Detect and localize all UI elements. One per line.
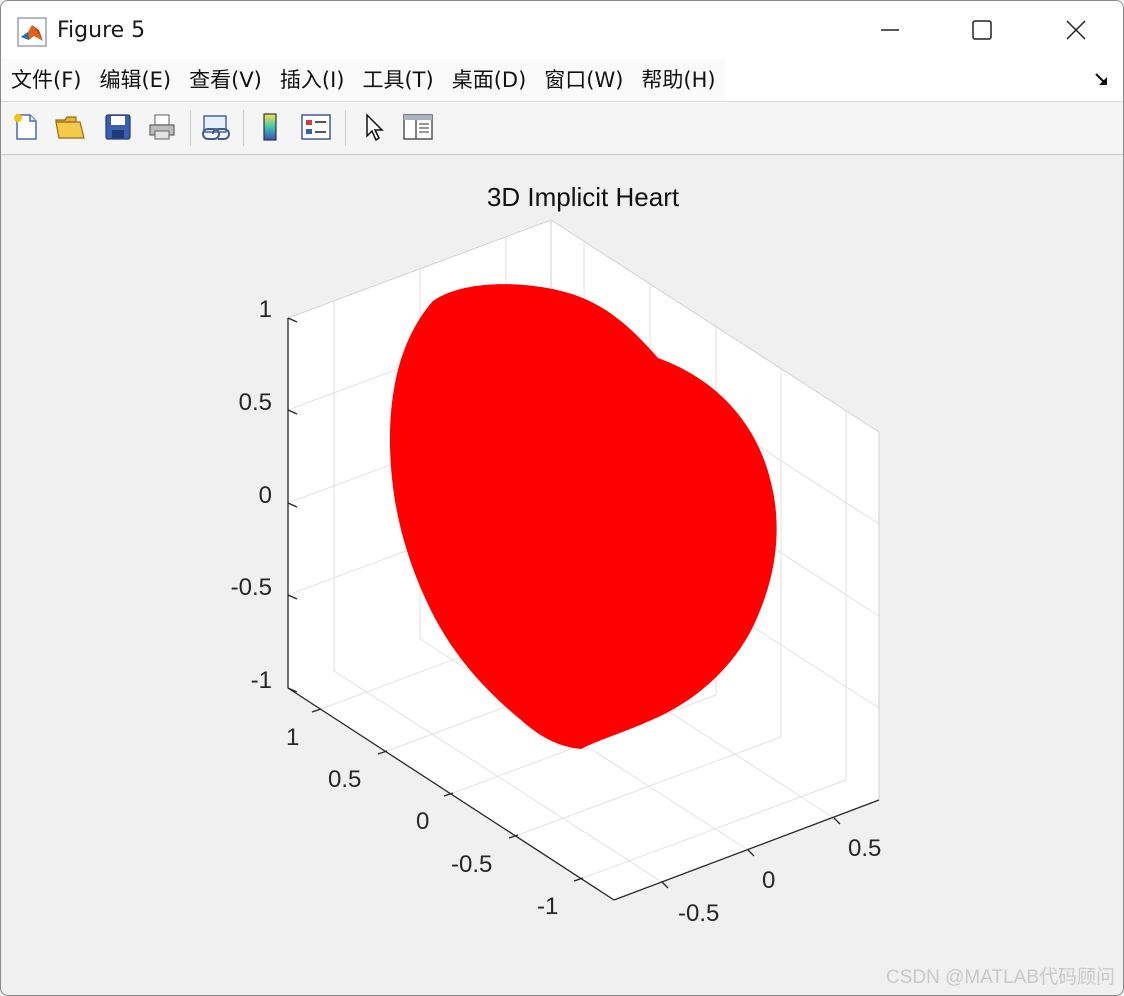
axes-area[interactable]: 3D Implicit Heart 1 0.5 0 -0.5 -1 1 0.5 … [1, 155, 1123, 995]
title-bar[interactable]: Figure 5 [1, 1, 1123, 59]
legend-icon [301, 114, 331, 140]
figure-window: Figure 5 文件(F) 编辑(E) 查看(V) 插入(I) 工具(T) 桌… [0, 0, 1124, 996]
y-tick-label: 0.5 [328, 766, 362, 793]
open-file-icon [55, 116, 85, 139]
z-tick-label: 0.5 [238, 389, 272, 416]
figure-toolbar [1, 102, 1123, 155]
y-tick-label: 1 [286, 724, 300, 751]
save-icon [105, 114, 131, 140]
menu-edit[interactable]: 编辑(E) [90, 59, 180, 101]
x-tick-label: -0.5 [678, 900, 720, 927]
axes-3d[interactable] [1, 155, 1123, 995]
menu-file[interactable]: 文件(F) [1, 59, 90, 101]
link-plot-icon [202, 115, 230, 140]
x-tick-label: 0 [762, 867, 776, 894]
menu-bar: 文件(F) 编辑(E) 查看(V) 插入(I) 工具(T) 桌面(D) 窗口(W… [1, 59, 1123, 102]
window-title: Figure 5 [57, 18, 146, 43]
z-tick-label: -0.5 [230, 574, 272, 601]
matlab-logo-icon [17, 17, 47, 47]
z-tick-label: 1 [258, 296, 272, 323]
print-icon [149, 114, 175, 140]
close-icon [1066, 20, 1086, 40]
menu-view[interactable]: 查看(V) [180, 59, 271, 101]
menu-desktop[interactable]: 桌面(D) [443, 59, 536, 101]
colorbar-icon [263, 113, 277, 141]
pointer-icon [366, 113, 384, 142]
menu-insert[interactable]: 插入(I) [271, 59, 354, 101]
dock-arrow-icon[interactable] [1093, 71, 1111, 89]
minimize-button[interactable] [867, 9, 913, 51]
y-tick-label: -1 [537, 893, 559, 920]
open-file-button[interactable] [53, 110, 87, 144]
y-tick-label: -0.5 [451, 851, 493, 878]
z-tick-label: -1 [250, 667, 272, 694]
watermark: CSDN @MATLAB代码顾问 [885, 967, 1115, 988]
close-button[interactable] [1053, 9, 1099, 51]
maximize-button[interactable] [959, 9, 1005, 51]
print-button[interactable] [146, 110, 180, 144]
legend-button[interactable] [299, 110, 333, 144]
z-tick-label: 0 [258, 482, 272, 509]
save-button[interactable] [101, 110, 135, 144]
y-tick-label: 0 [416, 808, 430, 835]
menu-tools[interactable]: 工具(T) [353, 59, 442, 101]
menu-window[interactable]: 窗口(W) [535, 59, 632, 101]
new-figure-icon [14, 114, 37, 140]
maximize-icon [972, 20, 992, 40]
property-inspector-button[interactable] [401, 110, 435, 144]
minimize-icon [881, 29, 899, 31]
pointer-button[interactable] [356, 110, 390, 144]
menu-help[interactable]: 帮助(H) [632, 59, 724, 101]
x-tick-label: 0.5 [848, 835, 882, 862]
colorbar-button[interactable] [253, 110, 287, 144]
property-inspector-icon [403, 114, 433, 140]
new-figure-button[interactable] [9, 110, 43, 144]
link-plot-button[interactable] [199, 110, 233, 144]
